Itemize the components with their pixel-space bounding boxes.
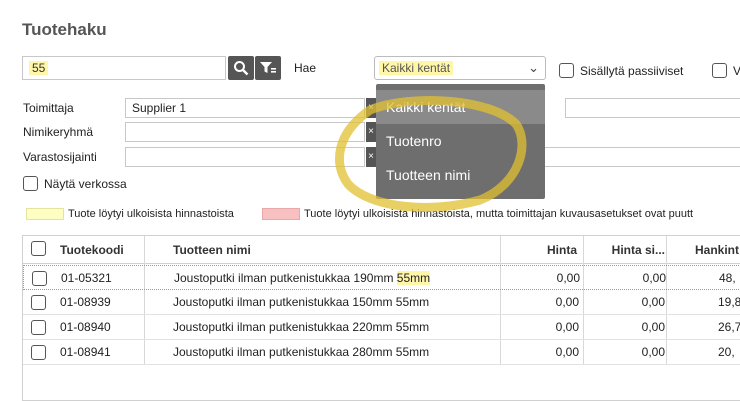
row-checkbox[interactable] xyxy=(31,320,46,335)
cell-code: 01-08941 xyxy=(60,345,111,359)
filter-icon xyxy=(260,62,276,73)
header-price[interactable]: Hinta xyxy=(509,243,577,257)
cell-hankint: 19,8 xyxy=(718,295,740,309)
extra-option-checkbox[interactable] xyxy=(712,63,727,78)
cell-price-si: 0,00 xyxy=(641,320,665,334)
group-label: Nimikeryhmä xyxy=(23,125,94,139)
cell-price: 0,00 xyxy=(556,271,580,285)
header-code[interactable]: Tuotekoodi xyxy=(60,243,124,257)
table-row[interactable]: 01-08939 Joustoputki ilman putkenistukka… xyxy=(23,290,740,315)
show-online-checkbox[interactable] xyxy=(23,176,38,191)
location-label: Varastosijainti xyxy=(23,150,97,164)
right-filter-field[interactable] xyxy=(565,98,740,118)
cell-hankint: 26,7 xyxy=(718,320,740,334)
row-checkbox[interactable] xyxy=(32,271,47,286)
grid-header: Tuotekoodi Tuotteen nimi Hinta Hinta si.… xyxy=(23,236,740,264)
cell-price-si: 0,00 xyxy=(641,295,665,309)
filter-clear-button[interactable] xyxy=(255,56,281,80)
select-all-checkbox[interactable] xyxy=(31,241,46,256)
group-field[interactable] xyxy=(125,122,365,142)
cell-name-highlight: 55mm xyxy=(396,271,431,285)
cell-code: 01-08940 xyxy=(60,320,111,334)
cell-name: Joustoputki ilman putkenistukkaa 280mm 5… xyxy=(173,345,430,359)
search-scope-select[interactable]: Kaikki kentät ⌄ xyxy=(374,56,546,80)
row-checkbox[interactable] xyxy=(31,345,46,360)
cell-price: 0,00 xyxy=(555,295,579,309)
cell-name: Joustoputki ilman putkenistukkaa 190mm 5… xyxy=(174,271,431,285)
select-value: Kaikki kentät xyxy=(379,61,454,75)
header-price-si[interactable]: Hinta si... xyxy=(593,243,665,257)
supplier-value: Supplier 1 xyxy=(132,101,187,115)
cell-name: Joustoputki ilman putkenistukkaa 150mm 5… xyxy=(173,295,430,309)
legend-yellow-text: Tuote löytyi ulkoisista hinnastoista xyxy=(68,208,234,220)
supplier-label: Toimittaja xyxy=(23,101,74,115)
include-passive-checkbox[interactable] xyxy=(559,63,574,78)
cell-price: 0,00 xyxy=(555,320,579,334)
location-field[interactable] xyxy=(125,147,365,167)
legend-red-swatch xyxy=(262,208,300,220)
extra-option-label: V xyxy=(733,64,740,78)
table-row[interactable]: 01-08941 Joustoputki ilman putkenistukka… xyxy=(23,340,740,365)
table-row[interactable]: 01-08940 Joustoputki ilman putkenistukka… xyxy=(23,315,740,340)
search-value: 55 xyxy=(29,61,49,75)
cell-price: 0,00 xyxy=(555,345,579,359)
row-checkbox[interactable] xyxy=(31,295,46,310)
annotation-circle xyxy=(335,96,527,212)
search-icon xyxy=(234,61,249,76)
cell-hankint: 48, xyxy=(719,271,736,285)
cell-code: 01-05321 xyxy=(61,271,112,285)
include-passive-label: Sisällytä passiiviset xyxy=(580,64,684,78)
cell-hankint: 20, xyxy=(718,345,735,359)
cell-price-si: 0,00 xyxy=(641,345,665,359)
chevron-down-icon: ⌄ xyxy=(528,60,539,75)
location-extra-field[interactable] xyxy=(545,147,740,167)
cell-price-si: 0,00 xyxy=(642,271,666,285)
cell-code: 01-08939 xyxy=(60,295,111,309)
search-button[interactable] xyxy=(228,56,254,80)
table-row[interactable]: 01-05321 Joustoputki ilman putkenistukka… xyxy=(23,265,740,290)
supplier-field[interactable]: Supplier 1 xyxy=(125,98,365,118)
search-input[interactable]: 55 xyxy=(22,56,226,80)
page-title: Tuotehaku xyxy=(22,20,107,39)
hae-label: Hae xyxy=(294,61,317,75)
cell-name: Joustoputki ilman putkenistukkaa 220mm 5… xyxy=(173,320,430,334)
show-online-label: Näytä verkossa xyxy=(44,177,127,191)
header-name[interactable]: Tuotteen nimi xyxy=(173,243,251,257)
legend-yellow-swatch xyxy=(26,208,64,220)
header-hankint[interactable]: Hankint xyxy=(695,243,739,257)
